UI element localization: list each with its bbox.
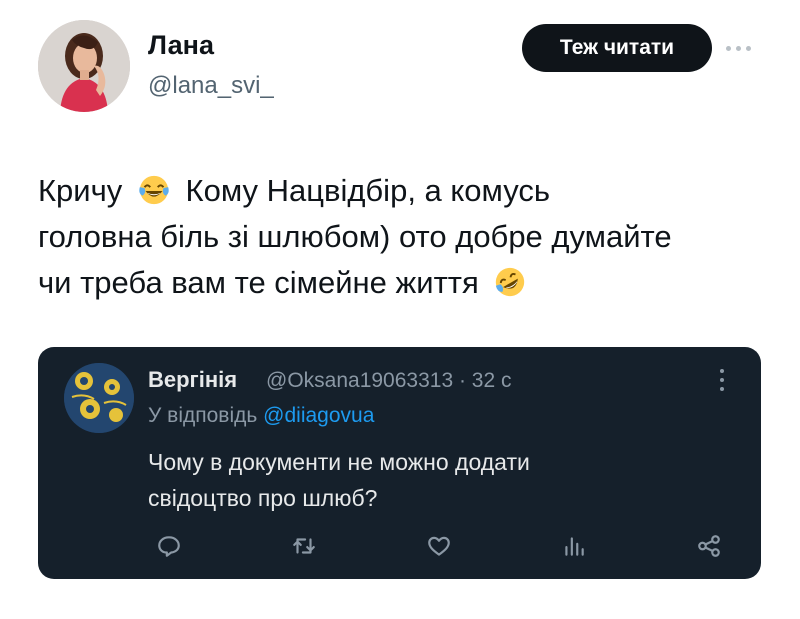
quoted-tweet-text: Чому в документи не можно додати свідоцт… (148, 444, 708, 516)
face-with-tears-of-joy-icon (139, 175, 169, 205)
tweet-line-3: чи треба вам те сімейне життя (38, 260, 778, 306)
retweet-icon[interactable] (287, 529, 321, 563)
tweet-text-segment: чи треба вам те сімейне життя (38, 265, 479, 300)
reply-context: У відповідь @diiagovua (148, 404, 374, 428)
avatar-photo (38, 20, 130, 112)
more-options-icon[interactable] (726, 38, 762, 58)
quoted-author-avatar[interactable] (64, 363, 134, 433)
quoted-text-line: свідоцтво про шлюб? (148, 485, 378, 511)
rolling-on-floor-laughing-icon (496, 267, 525, 297)
tweet-text: Кричу Кому Нацвідбір, а комусь головна б… (38, 168, 778, 306)
quoted-text-line: Чому в документи не можно додати (148, 449, 530, 475)
follow-button[interactable]: Теж читати (522, 24, 712, 72)
like-icon[interactable] (422, 529, 456, 563)
tweet-text-segment: Кому Нацвідбір, а комусь (185, 173, 551, 208)
share-icon[interactable] (692, 529, 726, 563)
reply-mention-link[interactable]: @diiagovua (263, 404, 374, 427)
quoted-tweet-card[interactable]: Вергінія @Oksana19063313 · 32 с У відпов… (38, 347, 761, 579)
tweet-line-2: головна біль зі шлюбом) ото добре думайт… (38, 219, 672, 254)
reply-prefix: У відповідь (148, 404, 258, 427)
views-icon[interactable] (557, 529, 591, 563)
reply-icon[interactable] (152, 529, 186, 563)
quoted-more-options-icon[interactable] (720, 369, 726, 391)
avatar-pattern (64, 363, 134, 433)
tweet-text-segment: Кричу (38, 173, 123, 208)
tweet-line-1: Кричу Кому Нацвідбір, а комусь (38, 168, 778, 214)
author-name[interactable]: Лана (148, 30, 214, 61)
quoted-author-handle-time[interactable]: @Oksana19063313 · 32 с (266, 369, 511, 393)
quoted-author-name[interactable]: Вергінія (148, 367, 237, 393)
author-avatar[interactable] (38, 20, 130, 112)
author-handle[interactable]: @lana_svi_ (148, 72, 274, 100)
quoted-action-bar (38, 529, 761, 565)
